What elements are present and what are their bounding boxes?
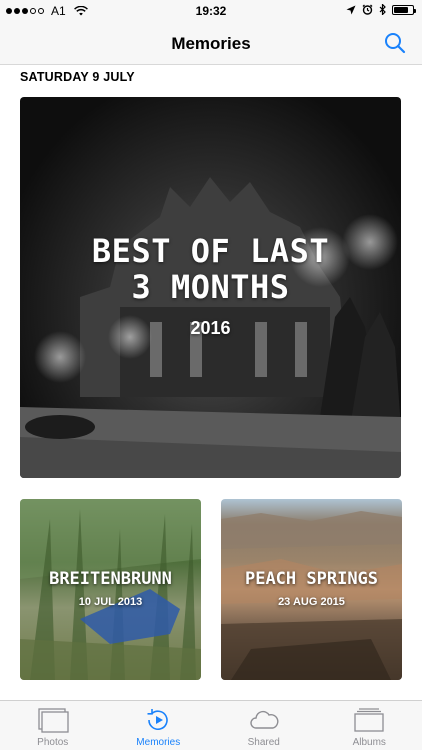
memory-date: 10 JUL 2013 (78, 596, 143, 608)
page-title: Memories (171, 34, 251, 53)
albums-icon (354, 708, 384, 732)
tab-shared[interactable]: Shared (211, 701, 317, 750)
memory-card[interactable]: BREITENBRUNN 10 JUL 2013 (20, 499, 201, 680)
cloud-icon (250, 710, 279, 729)
tab-albums[interactable]: Albums (317, 701, 422, 750)
status-right (346, 4, 416, 15)
location-arrow-icon (346, 5, 356, 14)
memories-icon (147, 709, 168, 730)
memory-card[interactable]: PEACH SPRINGS 23 AUG 2015 (221, 499, 402, 680)
memory-title: BREITENBRUNN (49, 569, 172, 589)
navigation-bar: Memories (0, 22, 422, 65)
featured-memory-card[interactable]: BEST OF LAST 3 MONTHS 2016 (20, 97, 401, 478)
alarm-icon (362, 4, 373, 15)
tab-memories[interactable]: Memories (106, 701, 212, 750)
photos-icon (38, 708, 69, 733)
tab-photos[interactable]: Photos (0, 701, 106, 750)
battery-icon (392, 4, 416, 15)
memory-title: PEACH SPRINGS (244, 569, 379, 589)
bluetooth-icon (379, 4, 386, 15)
status-bar: A1 19:32 (0, 0, 422, 22)
tab-bar: Photos Memories Shared Albums (0, 700, 422, 750)
featured-memory-year: 2016 (190, 318, 231, 338)
search-icon[interactable] (384, 32, 406, 54)
section-date-header: SATURDAY 9 JULY (20, 70, 135, 84)
memory-cover-image (20, 499, 201, 680)
memory-date: 23 AUG 2015 (278, 596, 345, 608)
featured-memory-title: BEST OF LAST 3 MONTHS (91, 232, 330, 306)
memory-cover-image (221, 511, 402, 680)
